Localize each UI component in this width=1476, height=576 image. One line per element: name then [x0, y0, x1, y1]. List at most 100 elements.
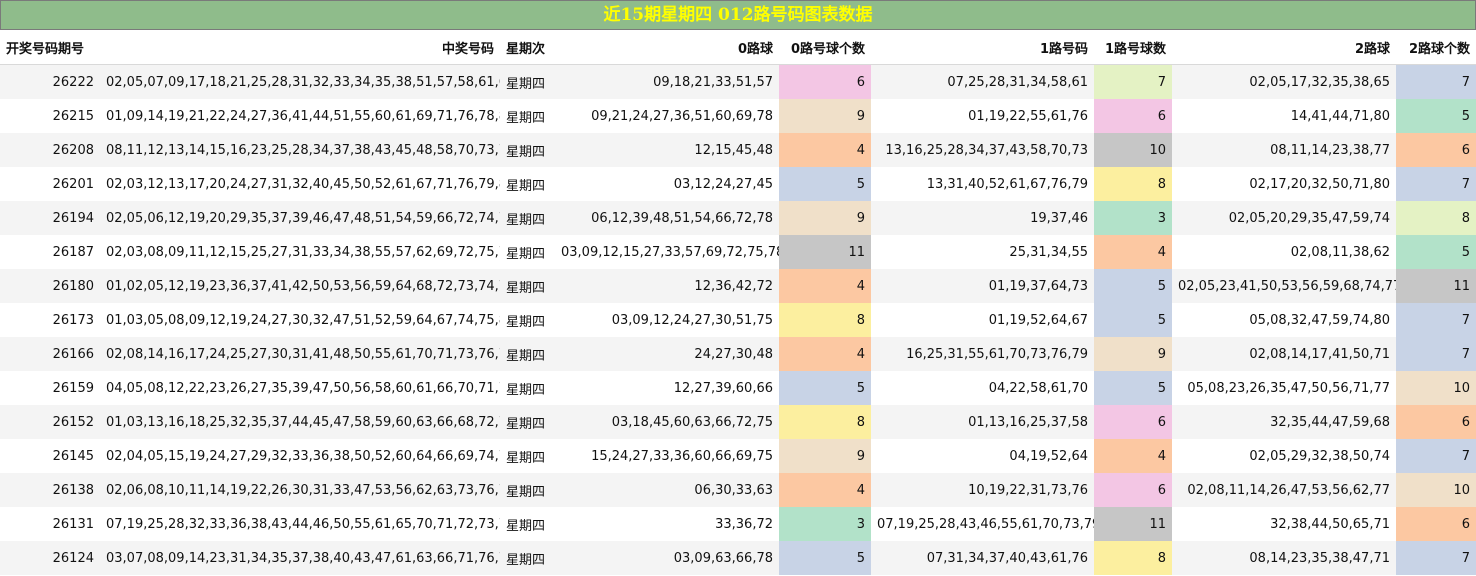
cell-route0: 03,09,12,24,27,30,51,75 [555, 303, 779, 337]
cell-route1: 01,19,52,64,67 [871, 303, 1094, 337]
cell-weekday: 星期四 [500, 99, 555, 133]
cell-weekday: 星期四 [500, 269, 555, 303]
cell-route1-count: 8 [1094, 541, 1172, 575]
cell-route2: 02,05,17,32,35,38,65 [1172, 64, 1396, 99]
cell-route2-count: 10 [1396, 371, 1476, 405]
cell-route1: 04,22,58,61,70 [871, 371, 1094, 405]
cell-route1: 13,16,25,28,34,37,43,58,70,73 [871, 133, 1094, 167]
cell-route2: 05,08,32,47,59,74,80 [1172, 303, 1396, 337]
cell-route0: 15,24,27,33,36,60,66,69,75 [555, 439, 779, 473]
table-row: 26173 01,03,05,08,09,12,19,24,27,30,32,47… [0, 303, 1476, 337]
cell-issue: 26180 [0, 269, 100, 303]
cell-route2: 08,14,23,35,38,47,71 [1172, 541, 1396, 575]
cell-numbers: 02,03,12,13,17,20,24,27,31,32,40,45,50,5… [100, 167, 500, 201]
cell-route0-count: 8 [779, 405, 871, 439]
cell-route1: 01,13,16,25,37,58 [871, 405, 1094, 439]
table-row: 26152 01,03,13,16,18,25,32,35,37,44,45,47… [0, 405, 1476, 439]
data-table: 开奖号码期号 中奖号码 星期次 0路球 0路号球个数 1路号码 1路号球数 2路… [0, 30, 1476, 575]
table-row: 26208 08,11,12,13,14,15,16,23,25,28,34,37… [0, 133, 1476, 167]
cell-route1: 10,19,22,31,73,76 [871, 473, 1094, 507]
table-row: 26159 04,05,08,12,22,23,26,27,35,39,47,50… [0, 371, 1476, 405]
cell-route0: 33,36,72 [555, 507, 779, 541]
header-numbers: 中奖号码 [100, 30, 500, 65]
cell-route1-count: 8 [1094, 167, 1172, 201]
cell-numbers: 01,09,14,19,21,22,24,27,36,41,44,51,55,6… [100, 99, 500, 133]
cell-numbers: 02,05,07,09,17,18,21,25,28,31,32,33,34,3… [100, 64, 500, 99]
cell-numbers: 03,07,08,09,14,23,31,34,35,37,38,40,43,4… [100, 541, 500, 575]
cell-route2-count: 5 [1396, 99, 1476, 133]
cell-weekday: 星期四 [500, 303, 555, 337]
cell-numbers: 01,03,13,16,18,25,32,35,37,44,45,47,58,5… [100, 405, 500, 439]
cell-issue: 26201 [0, 167, 100, 201]
header-route2: 2路球 [1172, 30, 1396, 65]
cell-route1: 25,31,34,55 [871, 235, 1094, 269]
cell-route0: 12,27,39,60,66 [555, 371, 779, 405]
cell-route0-count: 9 [779, 99, 871, 133]
cell-numbers: 02,06,08,10,11,14,19,22,26,30,31,33,47,5… [100, 473, 500, 507]
cell-route0-count: 4 [779, 133, 871, 167]
cell-route2: 05,08,23,26,35,47,50,56,71,77 [1172, 371, 1396, 405]
header-route1-count: 1路号球数 [1094, 30, 1172, 65]
header-route2-count: 2路球个数 [1396, 30, 1476, 65]
cell-weekday: 星期四 [500, 337, 555, 371]
cell-route0: 06,12,39,48,51,54,66,72,78 [555, 201, 779, 235]
cell-issue: 26187 [0, 235, 100, 269]
cell-numbers: 08,11,12,13,14,15,16,23,25,28,34,37,38,4… [100, 133, 500, 167]
cell-route0-count: 9 [779, 201, 871, 235]
cell-route2: 02,08,11,14,26,47,53,56,62,77 [1172, 473, 1396, 507]
cell-issue: 26173 [0, 303, 100, 337]
cell-numbers: 04,05,08,12,22,23,26,27,35,39,47,50,56,5… [100, 371, 500, 405]
cell-route1-count: 6 [1094, 405, 1172, 439]
header-route1: 1路号码 [871, 30, 1094, 65]
cell-route2: 14,41,44,71,80 [1172, 99, 1396, 133]
cell-numbers: 07,19,25,28,32,33,36,38,43,44,46,50,55,6… [100, 507, 500, 541]
cell-route0: 03,09,63,66,78 [555, 541, 779, 575]
cell-issue: 26166 [0, 337, 100, 371]
header-issue: 开奖号码期号 [0, 30, 100, 65]
table-row: 26194 02,05,06,12,19,20,29,35,37,39,46,47… [0, 201, 1476, 235]
cell-route0-count: 5 [779, 541, 871, 575]
cell-route2-count: 7 [1396, 439, 1476, 473]
cell-route2: 02,08,11,38,62 [1172, 235, 1396, 269]
cell-route2: 02,05,23,41,50,53,56,59,68,74,77 [1172, 269, 1396, 303]
cell-weekday: 星期四 [500, 507, 555, 541]
cell-route1-count: 6 [1094, 473, 1172, 507]
cell-route1-count: 5 [1094, 303, 1172, 337]
cell-route0-count: 4 [779, 337, 871, 371]
cell-route1: 01,19,22,55,61,76 [871, 99, 1094, 133]
cell-route0: 03,12,24,27,45 [555, 167, 779, 201]
cell-issue: 26131 [0, 507, 100, 541]
table-row: 26124 03,07,08,09,14,23,31,34,35,37,38,40… [0, 541, 1476, 575]
cell-route1-count: 5 [1094, 269, 1172, 303]
cell-numbers: 02,05,06,12,19,20,29,35,37,39,46,47,48,5… [100, 201, 500, 235]
cell-route2-count: 6 [1396, 133, 1476, 167]
cell-route0-count: 5 [779, 371, 871, 405]
cell-route1-count: 6 [1094, 99, 1172, 133]
cell-weekday: 星期四 [500, 167, 555, 201]
cell-route2-count: 7 [1396, 541, 1476, 575]
table-row: 26215 01,09,14,19,21,22,24,27,36,41,44,51… [0, 99, 1476, 133]
cell-route0: 03,18,45,60,63,66,72,75 [555, 405, 779, 439]
cell-route0-count: 11 [779, 235, 871, 269]
cell-route2-count: 11 [1396, 269, 1476, 303]
cell-route2-count: 7 [1396, 337, 1476, 371]
cell-route0: 12,36,42,72 [555, 269, 779, 303]
cell-issue: 26222 [0, 64, 100, 99]
cell-route1-count: 11 [1094, 507, 1172, 541]
cell-route1-count: 4 [1094, 439, 1172, 473]
cell-issue: 26138 [0, 473, 100, 507]
table-row: 26222 02,05,07,09,17,18,21,25,28,31,32,33… [0, 64, 1476, 99]
cell-route1: 07,19,25,28,43,46,55,61,70,73,79 [871, 507, 1094, 541]
cell-route0: 24,27,30,48 [555, 337, 779, 371]
cell-route1-count: 10 [1094, 133, 1172, 167]
cell-numbers: 02,08,14,16,17,24,25,27,30,31,41,48,50,5… [100, 337, 500, 371]
cell-weekday: 星期四 [500, 405, 555, 439]
cell-route2: 32,38,44,50,65,71 [1172, 507, 1396, 541]
header-weekday: 星期次 [500, 30, 555, 65]
cell-issue: 26194 [0, 201, 100, 235]
header-row: 开奖号码期号 中奖号码 星期次 0路球 0路号球个数 1路号码 1路号球数 2路… [0, 30, 1476, 65]
table-row: 26201 02,03,12,13,17,20,24,27,31,32,40,45… [0, 167, 1476, 201]
cell-route1-count: 4 [1094, 235, 1172, 269]
cell-route2-count: 7 [1396, 64, 1476, 99]
cell-route2-count: 7 [1396, 303, 1476, 337]
